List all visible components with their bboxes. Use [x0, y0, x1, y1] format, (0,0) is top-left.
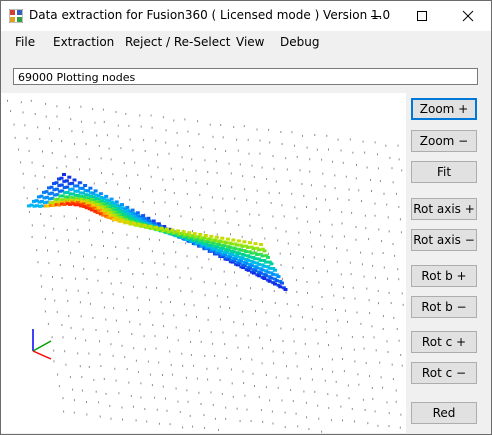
close-button[interactable]	[445, 1, 491, 31]
menu-extraction[interactable]: Extraction	[53, 35, 114, 49]
menu-debug[interactable]: Debug	[280, 35, 319, 49]
menu-file[interactable]: File	[15, 35, 35, 49]
background-mesh-points	[7, 99, 404, 433]
app-icon	[9, 9, 23, 23]
rot-b-plus-button[interactable]: Rot b +	[411, 265, 477, 287]
red-button[interactable]: Red	[411, 402, 477, 424]
zoom-out-button[interactable]: Zoom −	[411, 130, 477, 152]
axis-y-line	[32, 340, 52, 352]
window-title: Data extraction for Fusion360 ( Licensed…	[29, 8, 391, 22]
status-textbox[interactable]: 69000 Plotting nodes	[13, 68, 478, 85]
maximize-button[interactable]	[399, 1, 445, 31]
rot-b-minus-button[interactable]: Rot b −	[411, 296, 477, 318]
app-window: Data extraction for Fusion360 ( Licensed…	[0, 0, 492, 435]
minimize-icon	[371, 16, 381, 17]
menu-reject-reselect[interactable]: Reject / Re-Select	[125, 35, 230, 49]
colored-surface-plot	[27, 173, 288, 291]
axis-x-line	[32, 350, 52, 360]
close-icon	[462, 10, 474, 22]
title-bar: Data extraction for Fusion360 ( Licensed…	[1, 1, 491, 31]
minimize-button[interactable]	[353, 1, 399, 31]
rot-c-plus-button[interactable]: Rot c +	[411, 331, 477, 353]
rot-c-minus-button[interactable]: Rot c −	[411, 362, 477, 384]
fit-button[interactable]: Fit	[411, 161, 477, 183]
3d-viewport[interactable]	[1, 93, 406, 433]
maximize-icon	[417, 11, 427, 21]
menu-view[interactable]: View	[236, 35, 264, 49]
rot-axis-plus-button[interactable]: Rot axis +	[411, 198, 477, 220]
axis-triad-icon	[32, 329, 52, 360]
rot-axis-minus-button[interactable]: Rot axis −	[411, 229, 477, 251]
point-cloud-canvas[interactable]	[1, 93, 406, 433]
menu-bar: File Extraction Reject / Re-Select View …	[1, 32, 491, 54]
zoom-in-button[interactable]: Zoom +	[411, 98, 477, 120]
